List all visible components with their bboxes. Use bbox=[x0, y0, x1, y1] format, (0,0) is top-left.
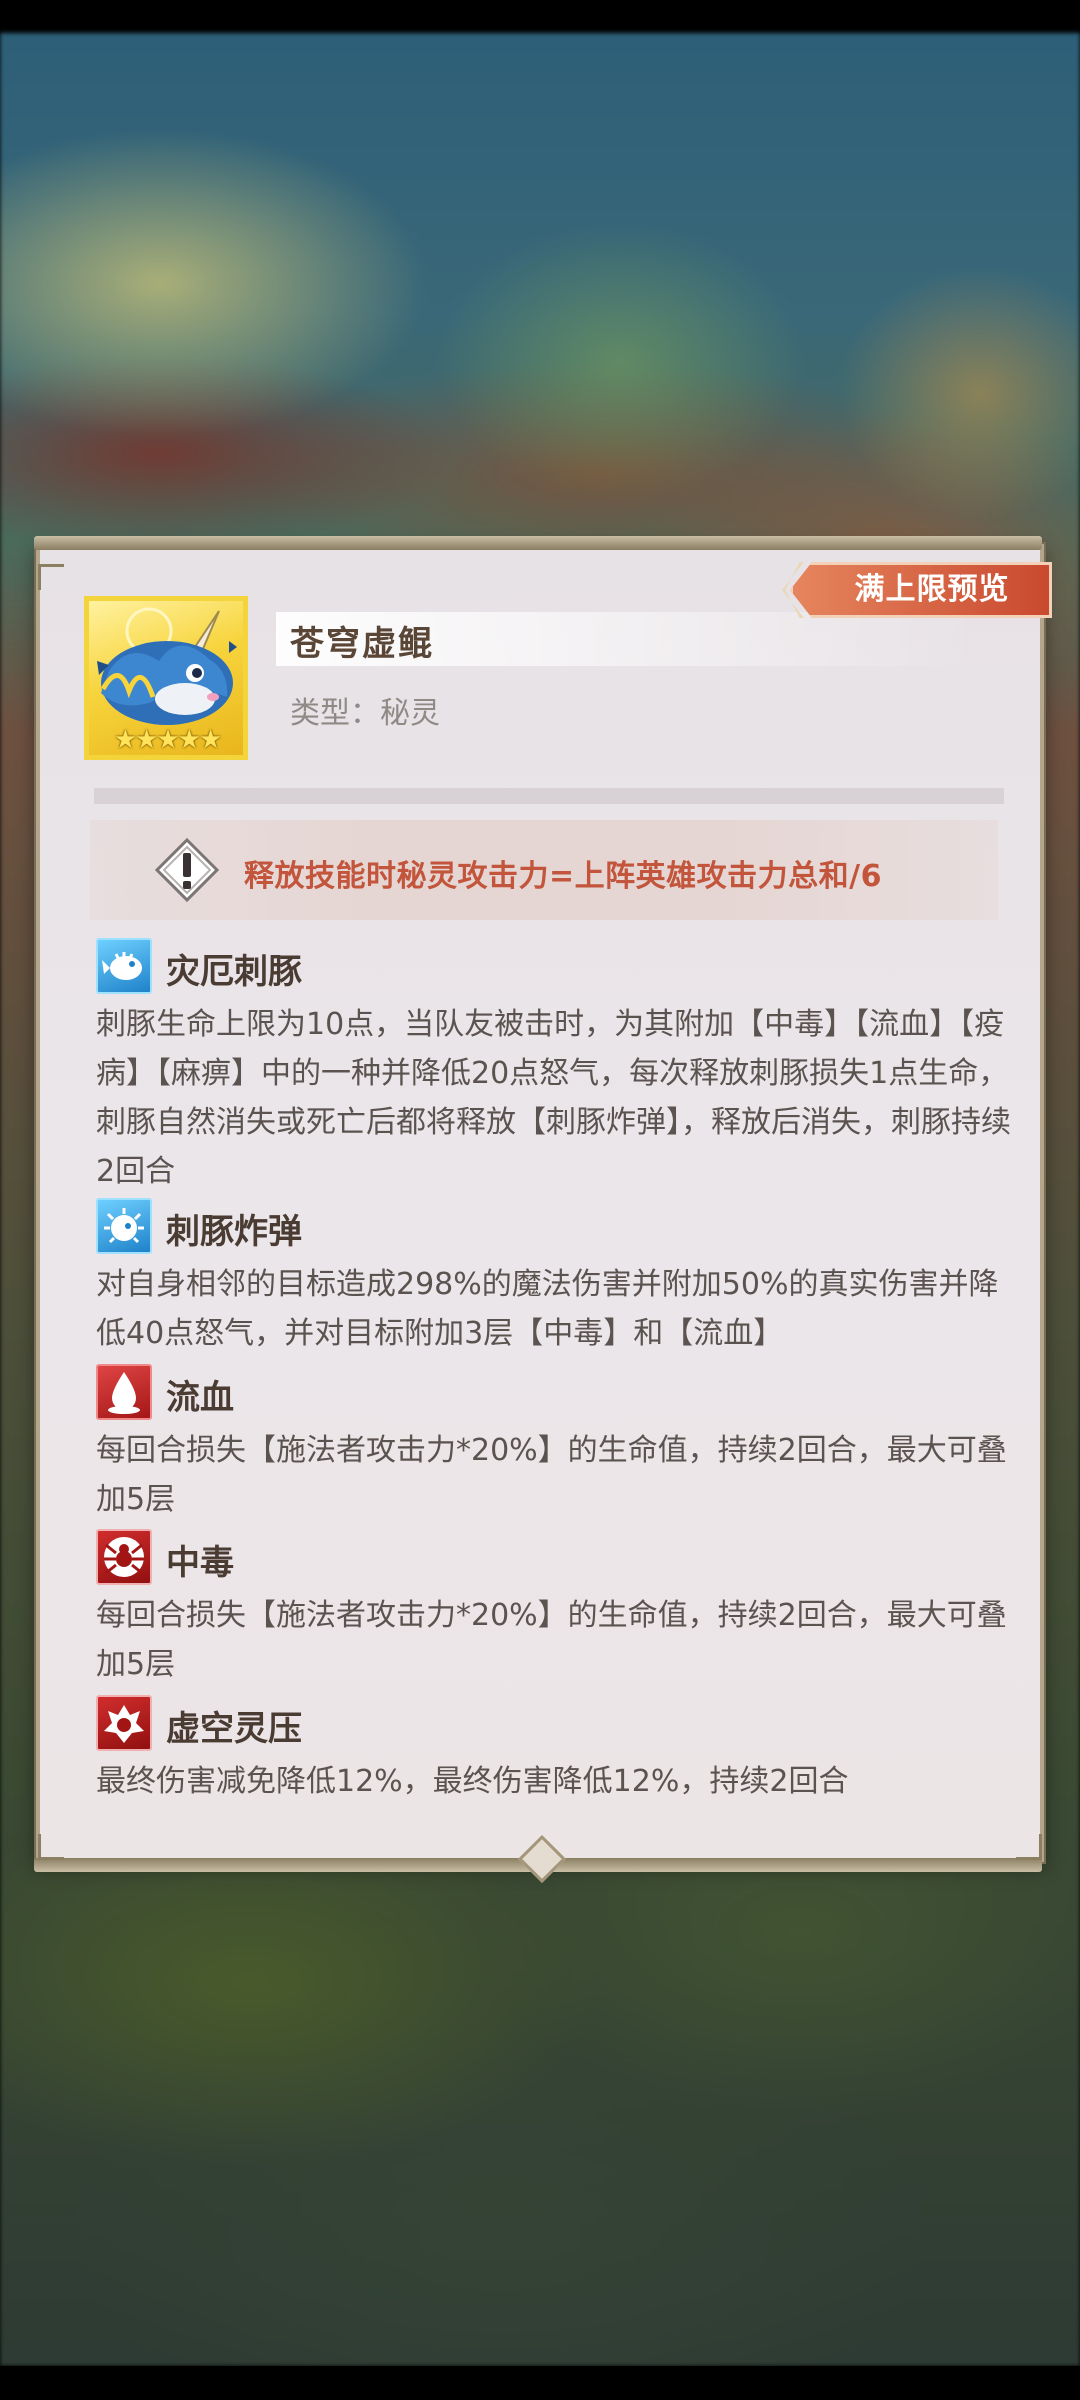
warning-icon bbox=[154, 837, 220, 903]
skill-title: 中毒 bbox=[166, 1543, 234, 1583]
status-bar bbox=[0, 0, 1080, 33]
skill-description: 每回合损失【施法者攻击力*20%】的生命值，持续2回合，最大可叠加5层 bbox=[96, 1598, 1007, 1682]
skill-description: 刺豚生命上限为10点，当队友被击时，为其附加【中毒】【流血】【疫病】【麻痹】中的… bbox=[96, 1007, 1011, 1189]
skill-title: 流血 bbox=[166, 1378, 234, 1418]
corner-ornament bbox=[38, 564, 64, 590]
pufferfish-icon bbox=[96, 938, 152, 994]
skill-description: 最终伤害减免降低12%，最终伤害降低12%，持续2回合 bbox=[96, 1764, 849, 1799]
corner-ornament bbox=[38, 1834, 64, 1860]
poison-spider-icon bbox=[96, 1529, 152, 1585]
max-limit-preview-button[interactable]: 满上限预览 bbox=[790, 562, 1052, 618]
blood-drop-icon bbox=[96, 1364, 152, 1420]
skill-title: 刺豚炸弹 bbox=[166, 1212, 302, 1252]
spirit-portrait-icon: ★★★★★ bbox=[84, 596, 248, 760]
spirit-info-dialog: ★★★★★ 苍穹虚鲲 类型：秘灵 满上限预览 释放技能时秘灵攻击力=上阵英雄攻击… bbox=[34, 536, 1052, 1884]
skill-title: 灾厄刺豚 bbox=[166, 952, 302, 992]
puffer-bomb-icon bbox=[96, 1198, 152, 1254]
header-divider bbox=[94, 788, 1004, 804]
dialog-top-rail bbox=[34, 536, 1042, 550]
skill-description: 每回合损失【施法者攻击力*20%】的生命值，持续2回合，最大可叠加5层 bbox=[96, 1433, 1007, 1517]
corner-ornament bbox=[1016, 1834, 1042, 1860]
spirit-name: 苍穹虚鲲 bbox=[290, 624, 434, 664]
skill-description: 对自身相邻的目标造成298%的魔法伤害并附加50%的真实伤害并降低40点怒气，并… bbox=[96, 1267, 999, 1351]
spirit-type: 类型：秘灵 bbox=[290, 696, 440, 731]
navigation-bar bbox=[0, 2366, 1080, 2400]
warning-text: 释放技能时秘灵攻击力=上阵英雄攻击力总和/6 bbox=[244, 859, 882, 894]
skill-title: 虚空灵压 bbox=[166, 1709, 302, 1749]
void-pressure-icon bbox=[96, 1695, 152, 1751]
star-rating: ★★★★★ bbox=[113, 725, 223, 755]
